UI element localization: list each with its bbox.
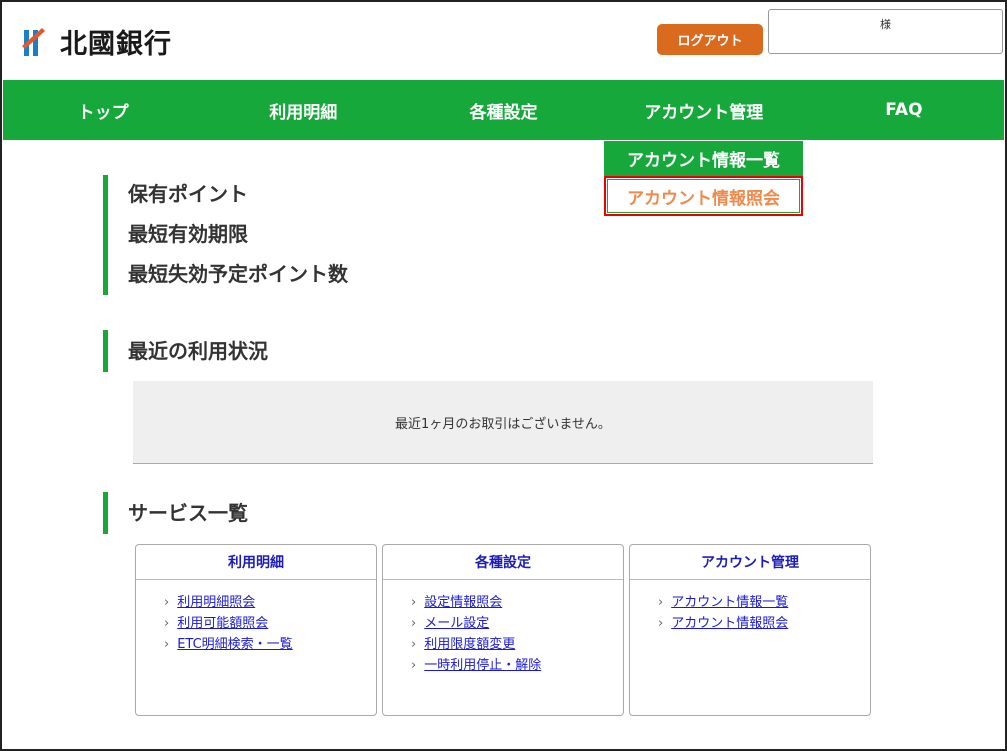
- card-title: 各種設定: [383, 545, 623, 580]
- list-item: › ETC明細検索・一覧: [164, 634, 376, 655]
- link-limit-change[interactable]: 利用限度額変更: [424, 637, 515, 652]
- dropdown-account-list[interactable]: アカウント情報一覧: [604, 141, 803, 176]
- card-title: 利用明細: [136, 545, 376, 580]
- chevron-right-icon: ›: [164, 595, 170, 610]
- list-item: › アカウント情報一覧: [658, 592, 870, 613]
- link-mail-settings[interactable]: メール設定: [424, 616, 489, 631]
- card-title: アカウント管理: [630, 545, 870, 580]
- service-card-account: アカウント管理 › アカウント情報一覧 › アカウント情報照会: [629, 544, 871, 716]
- bank-logo-icon: [22, 27, 45, 56]
- list-item: › メール設定: [411, 613, 623, 634]
- points-section: 保有ポイント 最短有効期限 最短失効予定ポイント数: [103, 175, 348, 295]
- list-item: › 利用明細照会: [164, 592, 376, 613]
- nav-faq[interactable]: FAQ: [804, 80, 1004, 140]
- earliest-expiry-label: 最短有効期限: [128, 222, 248, 246]
- list-item: › 設定情報照会: [411, 592, 623, 613]
- service-card-settings: 各種設定 › 設定情報照会 › メール設定 › 利用限度額変更 › 一時利用停止・解除: [382, 544, 624, 716]
- chevron-right-icon: ›: [411, 595, 417, 610]
- recent-usage-title: 最近の利用状況: [103, 330, 268, 372]
- link-etc-search[interactable]: ETC明細検索・一覧: [177, 637, 292, 652]
- logout-button[interactable]: ログアウト: [657, 24, 763, 55]
- link-suspend-resume[interactable]: 一時利用停止・解除: [424, 658, 541, 673]
- nav-statements[interactable]: 利用明細: [203, 80, 403, 140]
- link-account-list[interactable]: アカウント情報一覧: [671, 595, 788, 610]
- account-management-dropdown: アカウント情報一覧 アカウント情報照会: [604, 141, 803, 216]
- empty-message: 最近1ヶ月のお取引はございません。: [395, 416, 611, 432]
- link-statement-inquiry[interactable]: 利用明細照会: [177, 595, 255, 610]
- main-nav: トップ 利用明細 各種設定 アカウント管理 FAQ: [3, 80, 1004, 140]
- nav-account-management[interactable]: アカウント管理: [604, 80, 804, 140]
- chevron-right-icon: ›: [658, 595, 664, 610]
- chevron-right-icon: ›: [164, 616, 170, 631]
- link-account-inquiry[interactable]: アカウント情報照会: [671, 616, 788, 631]
- user-name-box: 様: [768, 9, 1003, 54]
- link-settings-inquiry[interactable]: 設定情報照会: [424, 595, 502, 610]
- nav-settings[interactable]: 各種設定: [403, 80, 603, 140]
- recent-usage-box: 最近1ヶ月のお取引はございません。: [133, 381, 873, 464]
- chevron-right-icon: ›: [411, 658, 417, 673]
- link-available-amount[interactable]: 利用可能額照会: [177, 616, 268, 631]
- chevron-right-icon: ›: [164, 637, 170, 652]
- list-item: › 利用限度額変更: [411, 634, 623, 655]
- list-item: › 利用可能額照会: [164, 613, 376, 634]
- held-points-label: 保有ポイント: [128, 182, 248, 206]
- expiring-points-label: 最短失効予定ポイント数: [128, 262, 348, 286]
- service-card-statements: 利用明細 › 利用明細照会 › 利用可能額照会 › ETC明細検索・一覧: [135, 544, 377, 716]
- service-list-title: サービス一覧: [103, 492, 248, 534]
- list-item: › 一時利用停止・解除: [411, 655, 623, 676]
- chevron-right-icon: ›: [411, 637, 417, 652]
- list-item: › アカウント情報照会: [658, 613, 870, 634]
- chevron-right-icon: ›: [411, 616, 417, 631]
- bank-logo-text: 北國銀行: [60, 29, 172, 60]
- user-name-suffix: 様: [880, 18, 891, 31]
- dropdown-account-inquiry[interactable]: アカウント情報照会: [604, 176, 803, 216]
- chevron-right-icon: ›: [658, 616, 664, 631]
- nav-top[interactable]: トップ: [3, 80, 203, 140]
- bank-logo[interactable]: 北國銀行: [20, 22, 172, 61]
